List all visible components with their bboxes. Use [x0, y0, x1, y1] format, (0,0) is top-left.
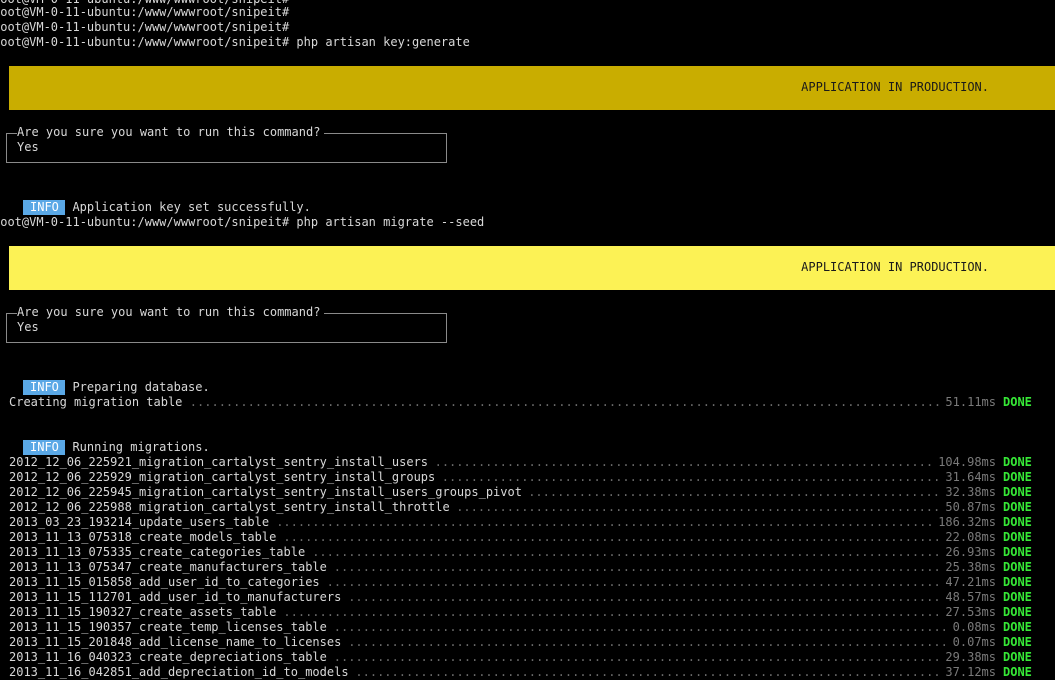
migration-dots: ........................................…: [326, 575, 940, 589]
migration-name: 2013_11_13_075335_create_categories_tabl…: [9, 545, 306, 559]
migration-status: DONE: [1003, 650, 1032, 664]
migration-name: 2013_03_23_193214_update_users_table: [9, 515, 270, 529]
migration-status: DONE: [1003, 530, 1032, 544]
migration-name: 2012_12_06_225945_migration_cartalyst_se…: [9, 485, 522, 499]
migration-status: DONE: [1003, 560, 1032, 574]
creating-table-status: DONE: [1003, 395, 1032, 409]
migration-dots: ........................................…: [333, 650, 940, 664]
production-banner: APPLICATION IN PRODUCTION.: [9, 66, 1055, 110]
migration-name: 2012_12_06_225921_migration_cartalyst_se…: [9, 455, 429, 469]
confirm-answer: Yes: [17, 140, 39, 154]
info-line: INFO Preparing database.: [9, 365, 210, 395]
migration-dots: ........................................…: [434, 455, 933, 469]
confirm-box: Are you sure you want to run this comman…: [6, 305, 447, 343]
migration-status: DONE: [1003, 500, 1032, 514]
migration-dots: ........................................…: [283, 605, 940, 619]
migration-status: DONE: [1003, 635, 1032, 649]
migration-status: DONE: [1003, 545, 1032, 559]
confirm-question: Are you sure you want to run this comman…: [17, 125, 325, 140]
migration-status: DONE: [1003, 620, 1032, 634]
info-badge: INFO: [23, 380, 66, 395]
migration-name: 2012_12_06_225929_migration_cartalyst_se…: [9, 470, 436, 484]
migration-status: DONE: [1003, 485, 1032, 499]
info-text: Application key set successfully.: [72, 200, 311, 214]
migration-name: 2013_11_15_015858_add_user_id_to_categor…: [9, 575, 320, 589]
migration-name: 2013_11_13_075318_create_models_table: [9, 530, 277, 544]
migration-dots: ........................................…: [312, 545, 940, 559]
migration-name: 2013_11_13_075347_create_manufacturers_t…: [9, 560, 327, 574]
migration-status: DONE: [1003, 590, 1032, 604]
migration-dots: ........................................…: [528, 485, 940, 499]
creating-table-dots: ........................................…: [189, 395, 940, 409]
prompt-line: root@VM-0-11-ubuntu:/www/wwwroot/snipeit…: [0, 5, 290, 19]
migration-name: 2012_12_06_225988_migration_cartalyst_se…: [9, 500, 450, 514]
migration-dots: ........................................…: [441, 470, 940, 484]
command-line: root@VM-0-11-ubuntu:/www/wwwroot/snipeit…: [0, 215, 485, 229]
command-line: root@VM-0-11-ubuntu:/www/wwwroot/snipeit…: [0, 35, 470, 49]
info-text: Preparing database.: [72, 380, 210, 394]
migration-dots: ........................................…: [333, 620, 947, 634]
banner-text: APPLICATION IN PRODUCTION.: [801, 260, 989, 274]
confirm-question: Are you sure you want to run this comman…: [17, 305, 325, 320]
migration-status: DONE: [1003, 575, 1032, 589]
info-text: Running migrations.: [72, 440, 210, 454]
migration-dots: ........................................…: [348, 590, 939, 604]
migration-status: DONE: [1003, 515, 1032, 529]
migration-dots: ........................................…: [456, 500, 940, 514]
migration-name: 2013_11_15_112701_add_user_id_to_manufac…: [9, 590, 342, 604]
migration-name: 2013_11_15_190327_create_assets_table: [9, 605, 277, 619]
confirm-answer: Yes: [17, 320, 39, 334]
info-badge: INFO: [23, 440, 66, 455]
migration-status: DONE: [1003, 455, 1032, 469]
creating-table-name: Creating migration table: [9, 395, 183, 409]
migration-dots: ........................................…: [348, 635, 947, 649]
migration-dots: ........................................…: [333, 560, 940, 574]
migration-name: 2013_11_15_190357_create_temp_licenses_t…: [9, 620, 327, 634]
migration-name: 2013_11_15_201848_add_license_name_to_li…: [9, 635, 342, 649]
info-line: INFO Running migrations.: [9, 425, 210, 455]
migration-name: 2013_11_16_040323_create_depreciations_t…: [9, 650, 327, 664]
terminal-window[interactable]: { "colors": { "background": "#000000", "…: [0, 0, 1055, 679]
prompt-line: root@VM-0-11-ubuntu:/www/wwwroot/snipeit…: [0, 20, 290, 34]
confirm-box: Are you sure you want to run this comman…: [6, 125, 447, 163]
banner-text: APPLICATION IN PRODUCTION.: [801, 80, 989, 94]
migration-dots: ........................................…: [276, 515, 933, 529]
info-badge: INFO: [23, 200, 66, 215]
info-line: INFO Application key set successfully.: [9, 185, 311, 215]
migration-status: DONE: [1003, 605, 1032, 619]
production-banner: APPLICATION IN PRODUCTION.: [9, 246, 1055, 290]
migration-dots: ........................................…: [283, 530, 940, 544]
migration-status: DONE: [1003, 470, 1032, 484]
